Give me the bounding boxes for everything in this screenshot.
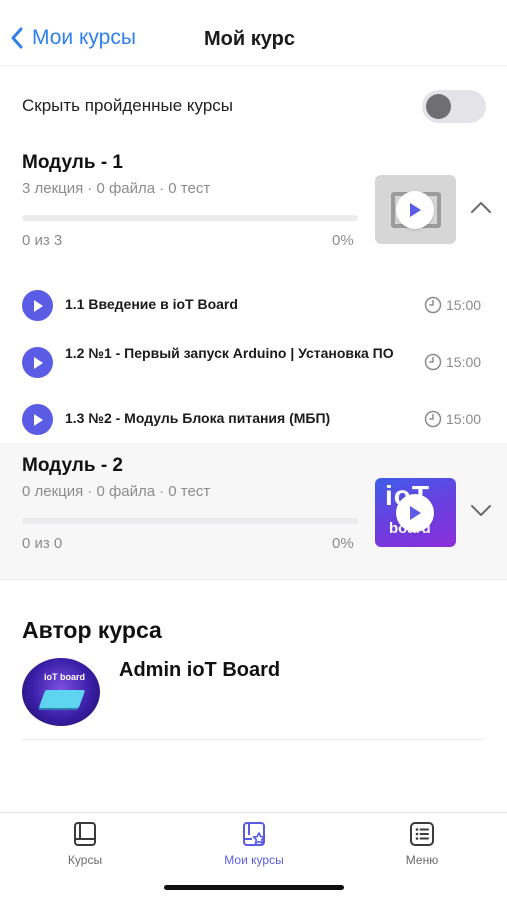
- module-progress-percent: 0%: [332, 232, 354, 249]
- lesson-duration: 15:00: [424, 296, 481, 314]
- play-icon: [22, 347, 53, 378]
- module-tests: 0 тест: [168, 483, 211, 500]
- back-button[interactable]: Мои курсы: [10, 26, 136, 50]
- tab-my-courses[interactable]: Мои курсы: [194, 821, 314, 867]
- tab-label: Мои курсы: [224, 853, 284, 867]
- module-files: 0 файла: [96, 180, 156, 197]
- chevron-left-icon: [11, 27, 23, 49]
- module-progress-count: 0 из 3: [22, 232, 63, 249]
- module-thumbnail[interactable]: iоT board: [375, 478, 456, 547]
- clock-icon: [424, 296, 442, 314]
- module-lectures: 3 лекция: [22, 180, 84, 197]
- tab-courses[interactable]: Курсы: [25, 821, 145, 867]
- module-title: Модуль - 1: [22, 152, 123, 173]
- module-tests: 0 тест: [168, 180, 211, 197]
- chevron-down-icon[interactable]: [470, 503, 492, 517]
- back-button-label: Мои курсы: [32, 26, 136, 49]
- module-thumbnail[interactable]: [375, 175, 456, 244]
- module-progress-bar: [22, 215, 358, 221]
- lesson-duration: 15:00: [424, 410, 481, 428]
- author-name[interactable]: Admin ioT Board: [119, 659, 280, 682]
- tab-menu[interactable]: Меню: [362, 821, 482, 867]
- module-progress-count: 0 из 0: [22, 535, 63, 552]
- module-card-2[interactable]: Модуль - 2 0 лекция · 0 файла · 0 тест 0 и…: [0, 443, 507, 580]
- play-icon: [22, 404, 53, 435]
- lesson-title: 1.2 №1 - Первый запуск Arduino | Установ…: [65, 345, 394, 361]
- author-heading: Автор курса: [22, 617, 162, 643]
- lesson-duration: 15:00: [424, 353, 481, 371]
- lesson-item[interactable]: 1.2 №1 - Первый запуск Arduino | Установ…: [0, 341, 507, 381]
- page-title: Мой курс: [204, 28, 295, 50]
- play-icon: [22, 290, 53, 321]
- navigation-header: Мои курсы Мой курс: [0, 0, 507, 66]
- play-icon: [396, 494, 434, 532]
- hide-completed-row: Скрыть пройденные курсы: [22, 90, 486, 123]
- menu-list-icon: [410, 822, 434, 846]
- hide-completed-label: Скрыть пройденные курсы: [22, 96, 234, 115]
- avatar-logo-text: iоT board: [44, 672, 85, 682]
- module-meta: 0 лекция · 0 файла · 0 тест: [22, 483, 211, 500]
- module-card-1[interactable]: Модуль - 1 3 лекция · 0 файла · 0 тест 0 и…: [0, 140, 507, 277]
- lesson-title: 1.1 Введение в ioT Board: [65, 296, 238, 312]
- clock-icon: [424, 410, 442, 428]
- lesson-time: 15:00: [446, 411, 482, 427]
- book-icon: [74, 822, 96, 846]
- tab-label: Курсы: [67, 853, 103, 867]
- module-title: Модуль - 2: [22, 455, 123, 476]
- avatar[interactable]: iоT board: [22, 658, 100, 726]
- tab-label: Меню: [405, 853, 439, 867]
- lesson-time: 15:00: [446, 354, 482, 370]
- module-meta: 3 лекция · 0 файла · 0 тест: [22, 180, 211, 197]
- toggle-knob: [426, 94, 451, 119]
- hide-completed-toggle[interactable]: [422, 90, 486, 123]
- home-indicator: [164, 885, 344, 890]
- circuit-board-icon: [38, 690, 86, 708]
- lesson-time: 15:00: [446, 297, 482, 313]
- clock-icon: [424, 353, 442, 371]
- divider: [22, 739, 485, 740]
- my-courses-icon: [243, 822, 266, 846]
- lesson-title: 1.3 №2 - Модуль Блока питания (МБП): [65, 410, 331, 426]
- module-progress-bar: [22, 518, 358, 524]
- lesson-item[interactable]: 1.1 Введение в ioT Board 15:00: [0, 284, 507, 324]
- chevron-up-icon[interactable]: [470, 200, 492, 214]
- play-icon: [396, 191, 434, 229]
- module-files: 0 файла: [96, 483, 156, 500]
- lesson-item[interactable]: 1.3 №2 - Модуль Блока питания (МБП) 15:0…: [0, 398, 507, 438]
- module-progress-percent: 0%: [332, 535, 354, 552]
- module-lectures: 0 лекция: [22, 483, 84, 500]
